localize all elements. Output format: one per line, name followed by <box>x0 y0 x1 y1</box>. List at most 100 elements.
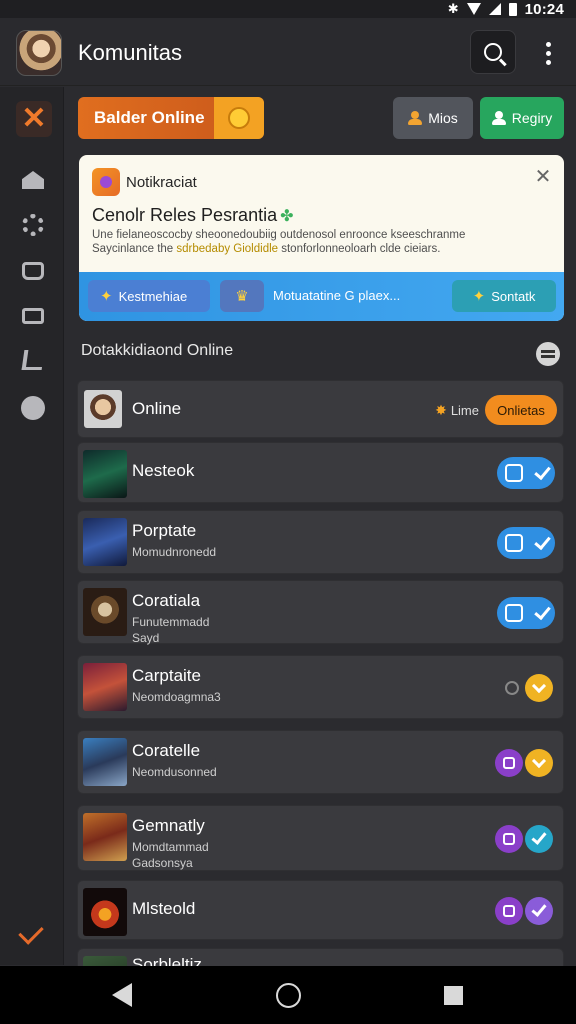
list-item[interactable]: Porptate Momudnronedd <box>77 510 564 574</box>
notification-body: Une fielaneoscocby sheoonedoubiig outden… <box>92 228 552 256</box>
list-item[interactable]: Carptaite Neomdoagmna3 <box>77 655 564 719</box>
sun-icon: ✸ <box>435 402 447 418</box>
collapse-icon <box>541 355 555 358</box>
sidebar-item-clock[interactable] <box>20 395 46 421</box>
approve-button[interactable] <box>525 825 553 853</box>
coin-button[interactable] <box>525 749 553 777</box>
avatar <box>83 956 127 966</box>
check-icon[interactable] <box>18 919 44 945</box>
avatar <box>83 663 127 711</box>
list-item[interactable]: Mlsteold <box>77 880 564 940</box>
avatar <box>83 888 127 936</box>
list-item[interactable]: Sorbleltiz <box>77 948 564 966</box>
leader-online-button[interactable]: Balder Online <box>78 97 264 139</box>
list-item-subtitle: Neomdoagmna3 <box>132 690 221 704</box>
notification-body-highlight: sdrbedaby Gioldidle <box>176 243 279 255</box>
notification-subtitle-text: Cenolr Reles Pesrantia <box>92 205 278 225</box>
purple-action-button[interactable] <box>495 749 523 777</box>
list-item[interactable]: Gemnatly Momdtammad Gadsonsya <box>77 805 564 871</box>
register-label: Regiry <box>511 110 553 126</box>
list-item-subtitle: Momudnronedd <box>132 545 217 559</box>
notification-contact-button[interactable]: ✦ Sontatk <box>452 280 556 312</box>
coin-button[interactable] <box>525 674 553 702</box>
list-item-title: Coratiala <box>132 591 201 610</box>
online-time: ✸ Lime <box>435 402 479 419</box>
signal-icon <box>488 3 501 15</box>
notification-action-button[interactable]: ✦ Kestmehiae <box>88 280 210 312</box>
list-item-title: Sorbleltiz <box>132 955 202 966</box>
list-item-subtitle: Neomdusonned <box>132 765 217 779</box>
list-item-subtitle: Funutemmadd <box>132 615 210 629</box>
approve-toggle[interactable] <box>497 527 555 559</box>
purple-action-button[interactable] <box>495 897 523 925</box>
shield-icon <box>503 833 515 845</box>
list-item-title: Gemnatly <box>132 816 205 835</box>
collapse-icon <box>541 350 555 353</box>
sidebar-item-camera[interactable] <box>20 258 46 284</box>
status-badge[interactable]: Onlietas <box>485 395 557 425</box>
search-button[interactable] <box>470 30 516 74</box>
shield-icon <box>503 905 515 917</box>
chevron-down-icon <box>531 678 547 694</box>
star-icon: ✦ <box>472 288 486 305</box>
back-icon[interactable] <box>112 983 132 1007</box>
player-list: Online ✸ Lime Onlietas Nesteok Porptate M… <box>77 380 564 966</box>
home-icon <box>22 171 44 189</box>
battery-icon <box>508 2 517 16</box>
avatar <box>84 390 122 428</box>
register-button[interactable]: Regiry <box>480 97 564 139</box>
crossed-swords-icon: ✕ <box>21 102 47 135</box>
online-time-label: Lime <box>450 403 479 418</box>
sidebar-item-inbox[interactable] <box>20 303 46 329</box>
wifi-icon <box>466 3 481 15</box>
list-item-title: Carptaite <box>132 666 201 685</box>
list-item-subtitle: Sayd <box>132 631 160 645</box>
system-nav-bar <box>0 966 576 1024</box>
app-bar: Komunitas <box>0 18 576 86</box>
action-row: Balder Online Mios Regiry <box>78 97 564 139</box>
list-item-title: Nesteok <box>132 461 195 480</box>
more-options-button[interactable] <box>536 36 560 70</box>
approve-toggle[interactable] <box>497 597 555 629</box>
approve-toggle[interactable] <box>497 457 555 489</box>
notification-body-line: Une fielaneoscocby sheoonedoubiig outden… <box>92 229 466 241</box>
clover-icon: ✤ <box>280 208 294 225</box>
list-item[interactable]: Nesteok <box>77 442 564 503</box>
more-dot-icon <box>545 50 551 56</box>
check-icon <box>531 901 547 917</box>
list-item-subtitle: Momdtammad <box>132 840 209 854</box>
list-item[interactable]: Coratelle Neomdusonned <box>77 730 564 794</box>
notification-body-line: Saycinlance the sdrbedaby Gioldidle ston… <box>92 242 552 256</box>
mios-button[interactable]: Mios <box>393 97 473 139</box>
purple-action-button[interactable] <box>495 825 523 853</box>
app-avatar[interactable] <box>16 30 62 76</box>
approve-button[interactable] <box>525 897 553 925</box>
gear-icon <box>22 214 44 236</box>
list-item[interactable]: Coratiala Funutemmadd Sayd <box>77 580 564 645</box>
close-icon[interactable]: ✕ <box>532 166 554 188</box>
notification-footer: ✦ Kestmehiae ♛ Motuatatine G plaex... ✦ … <box>79 272 564 321</box>
sidebar-item-settings[interactable] <box>20 212 46 238</box>
notification-trophy-button[interactable]: ♛ <box>220 280 264 312</box>
sidebar-item-flag[interactable] <box>20 347 46 373</box>
list-item-subtitle: Gadsonsya <box>132 856 193 870</box>
avatar <box>83 518 127 566</box>
sidebar-item-active[interactable]: ✕ <box>16 101 52 137</box>
notification-body-text: Saycinlance the <box>92 243 177 255</box>
notification-header: Notikraciat <box>92 168 197 196</box>
sidebar-item-home[interactable] <box>20 167 46 193</box>
status-icons: ✱ 10:24 <box>448 0 564 18</box>
list-item[interactable]: Online ✸ Lime Onlietas <box>77 380 564 438</box>
avatar <box>83 588 127 636</box>
mios-label: Mios <box>428 110 458 126</box>
notification-contact-label: Sontatk <box>491 288 536 304</box>
recent-apps-icon[interactable] <box>444 986 463 1005</box>
home-circle-icon[interactable] <box>276 983 301 1008</box>
more-dot-icon <box>545 41 551 47</box>
coin-icon <box>228 107 250 129</box>
notification-body-text: stonforlonneoloarh clde cieiars. <box>278 243 441 255</box>
status-time: 10:24 <box>524 0 564 18</box>
shield-icon <box>503 757 515 769</box>
section-toggle-button[interactable] <box>536 342 560 366</box>
search-icon <box>484 43 502 61</box>
